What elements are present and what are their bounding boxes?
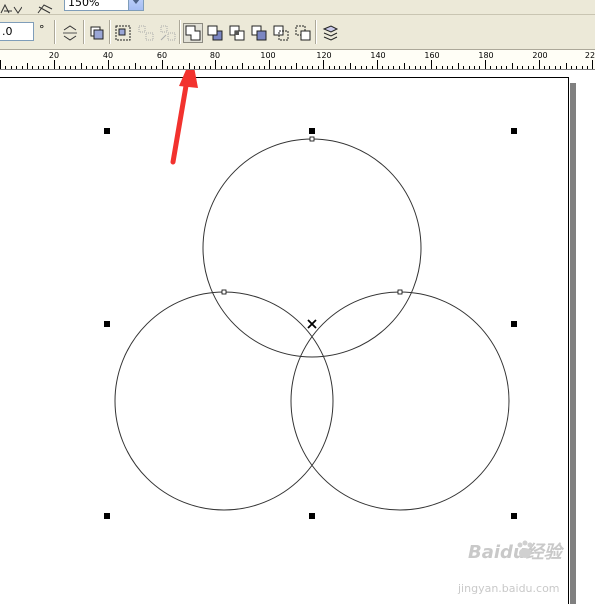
selection-handle-bottom-left[interactable] <box>104 513 110 519</box>
selection-handle-bottom-middle[interactable] <box>309 513 315 519</box>
combine-button[interactable] <box>87 23 107 43</box>
front-minus-back-button[interactable] <box>271 23 291 43</box>
trim-icon <box>207 25 223 41</box>
intersect-icon <box>229 25 245 41</box>
ungroup-button[interactable] <box>136 23 156 43</box>
group-button[interactable] <box>113 23 133 43</box>
ruler-label: 180 <box>478 51 494 60</box>
node-marker[interactable] <box>397 289 403 295</box>
rotation-angle-field[interactable]: .0 <box>0 22 34 41</box>
zoom-level-value: 150% <box>68 0 100 9</box>
toolbar-separator <box>109 20 111 44</box>
weld-button[interactable] <box>183 23 203 43</box>
ruler-label: 40 <box>102 51 114 60</box>
node-marker[interactable] <box>309 136 315 142</box>
ruler-label: 200 <box>532 51 548 60</box>
weld-icon <box>185 25 201 41</box>
combine-icon <box>90 26 104 40</box>
simplify-icon <box>251 25 267 41</box>
back-minus-front-button[interactable] <box>293 23 313 43</box>
selection-handle-middle-left[interactable] <box>104 321 110 327</box>
ungroup-all-icon <box>160 25 176 41</box>
circle-right[interactable] <box>290 291 510 511</box>
selection-handle-bottom-right[interactable] <box>511 513 517 519</box>
ruler-label: 120 <box>316 51 332 60</box>
ruler-ticks <box>0 60 593 69</box>
node-marker[interactable] <box>221 289 227 295</box>
selection-handle-middle-right[interactable] <box>511 321 517 327</box>
zoom-level-select[interactable]: 150% <box>64 0 144 11</box>
create-boundary-button[interactable] <box>320 23 340 43</box>
simplify-button[interactable] <box>249 23 269 43</box>
create-boundary-icon <box>322 25 339 41</box>
red-annotation-arrow <box>170 70 198 165</box>
selection-handle-top-left[interactable] <box>104 128 110 134</box>
horizontal-ruler[interactable]: 20 40 60 80 100 120 140 160 180 200 22 <box>0 50 595 70</box>
group-icon <box>115 25 131 41</box>
front-minus-back-icon <box>273 25 289 41</box>
drawing-canvas[interactable] <box>0 70 595 604</box>
selection-center-marker[interactable] <box>307 319 317 329</box>
ungroup-all-button[interactable] <box>158 23 178 43</box>
property-bar: .0 ° <box>0 15 595 50</box>
watermark-url: jingyan.baidu.com <box>458 582 560 595</box>
rotation-angle-value: .0 <box>2 25 13 38</box>
ruler-label: 140 <box>370 51 386 60</box>
ungroup-icon <box>138 25 154 41</box>
ruler-label: 60 <box>156 51 168 60</box>
toolbar-separator <box>315 20 317 44</box>
selection-handle-top-right[interactable] <box>511 128 517 134</box>
property-bar-top: 150% <box>0 0 595 15</box>
ruler-label: 20 <box>48 51 60 60</box>
degree-unit: ° <box>39 23 45 36</box>
ruler-label: 100 <box>260 51 276 60</box>
circle-left[interactable] <box>114 291 334 511</box>
back-minus-front-icon <box>295 25 311 41</box>
chevron-down-icon[interactable] <box>128 0 143 10</box>
mirror-button[interactable] <box>60 23 80 43</box>
toolbar-separator <box>54 20 56 44</box>
ruler-label: 22 <box>584 51 595 60</box>
intersect-button[interactable] <box>227 23 247 43</box>
selection-handle-top-middle[interactable] <box>309 128 315 134</box>
toolbar-separator <box>83 20 85 44</box>
paw-icon <box>517 540 533 558</box>
ruler-label: 80 <box>209 51 221 60</box>
mirror-icon <box>63 25 77 41</box>
ruler-label: 160 <box>424 51 440 60</box>
toolbar-separator <box>179 20 181 44</box>
trim-button[interactable] <box>205 23 225 43</box>
